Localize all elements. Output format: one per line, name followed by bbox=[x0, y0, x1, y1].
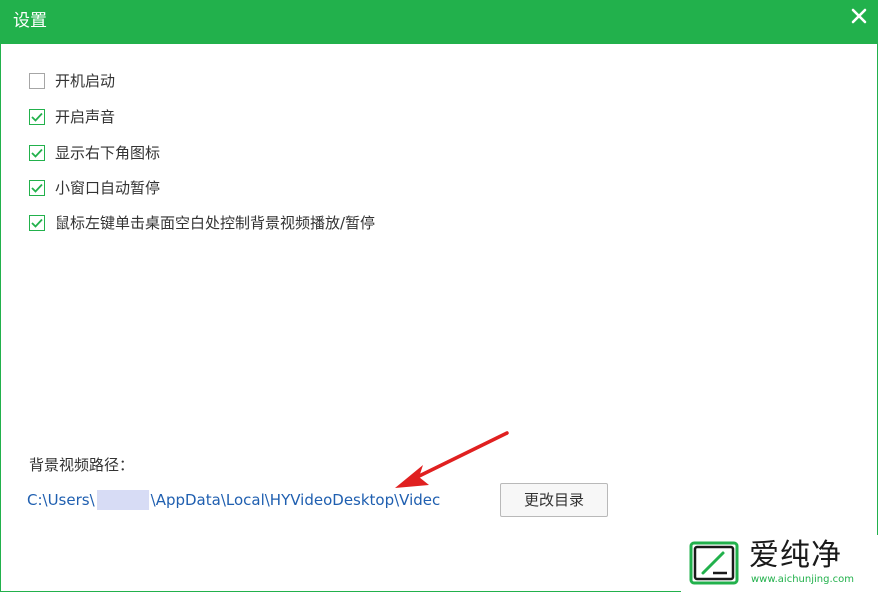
option-label: 开启声音 bbox=[55, 108, 116, 126]
desktop-click-control-checkbox[interactable] bbox=[29, 215, 45, 231]
option-tray-icon[interactable]: 显示右下角图标 bbox=[29, 143, 160, 163]
watermark: 爱纯净 www.aichunjing.com bbox=[681, 535, 878, 592]
settings-window: 设置 开机启动 开启声音 显示右下角图标 小窗口自动暂停 鼠标左键单击桌面空白处… bbox=[0, 0, 878, 592]
sound-checkbox[interactable] bbox=[29, 109, 45, 125]
close-button[interactable] bbox=[849, 6, 869, 26]
option-autostart[interactable]: 开机启动 bbox=[29, 71, 115, 91]
video-path-prefix: C:\Users\ bbox=[27, 491, 95, 509]
annotation-arrow bbox=[395, 431, 509, 488]
small-window-pause-checkbox[interactable] bbox=[29, 180, 45, 196]
redacted-username bbox=[96, 490, 149, 510]
option-label: 小窗口自动暂停 bbox=[55, 179, 161, 197]
option-label: 显示右下角图标 bbox=[55, 144, 161, 162]
autostart-checkbox[interactable] bbox=[29, 73, 45, 89]
watermark-url: www.aichunjing.com bbox=[751, 574, 854, 585]
option-small-window-pause[interactable]: 小窗口自动暂停 bbox=[29, 178, 160, 198]
window-title: 设置 bbox=[13, 11, 47, 31]
checkmark-icon bbox=[31, 148, 43, 158]
close-icon bbox=[851, 8, 867, 24]
title-bar[interactable]: 设置 bbox=[1, 0, 877, 44]
video-path-label: 背景视频路径： bbox=[29, 456, 135, 474]
video-path-link[interactable]: C:\Users\ \AppData\Local\HYVideoDesktop\… bbox=[27, 489, 440, 511]
watermark-logo-icon bbox=[689, 541, 739, 585]
tray-icon-checkbox[interactable] bbox=[29, 145, 45, 161]
watermark-text: 爱纯净 bbox=[749, 538, 842, 573]
option-label: 鼠标左键单击桌面空白处控制背景视频播放/暂停 bbox=[55, 214, 376, 232]
checkmark-icon bbox=[31, 183, 43, 193]
checkmark-icon bbox=[31, 112, 43, 122]
option-desktop-click-control[interactable]: 鼠标左键单击桌面空白处控制背景视频播放/暂停 bbox=[29, 213, 375, 233]
checkmark-icon bbox=[31, 218, 43, 228]
option-label: 开机启动 bbox=[55, 72, 116, 90]
option-sound[interactable]: 开启声音 bbox=[29, 107, 115, 127]
